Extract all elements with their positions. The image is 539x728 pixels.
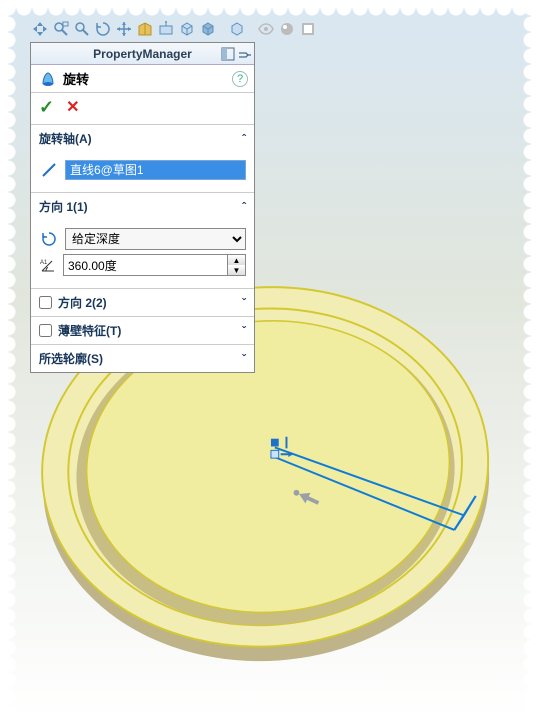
chevron-down-icon: ˇ — [242, 352, 246, 366]
display-style-icon[interactable] — [198, 19, 218, 39]
scene-icon[interactable] — [298, 19, 318, 39]
angle-input[interactable] — [64, 255, 227, 275]
feature-header: 旋转 ? — [31, 65, 254, 93]
section-direction1-header[interactable]: 方向 1(1) ˆ — [31, 193, 254, 220]
zoom-dynamic-icon[interactable] — [72, 19, 92, 39]
normal-to-icon[interactable] — [156, 19, 176, 39]
thin-feature-checkbox-input[interactable] — [39, 324, 52, 337]
section-direction2-header[interactable]: 方向 2(2) ˇ — [31, 289, 254, 316]
spin-up-icon[interactable]: ▲ — [228, 255, 245, 265]
zoom-area-icon[interactable] — [51, 19, 71, 39]
hide-show-icon[interactable] — [256, 19, 276, 39]
angle-icon: A1 — [39, 255, 57, 275]
property-manager-panel: PropertyManager 旋转 ? ✓ ✕ 旋转轴(A) ˆ — [30, 42, 255, 373]
section-axis-header[interactable]: 旋转轴(A) ˆ — [31, 125, 254, 152]
direction2-label: 方向 2(2) — [58, 294, 107, 311]
isometric-icon[interactable] — [227, 19, 247, 39]
thin-feature-label: 薄壁特征(T) — [58, 322, 121, 339]
pan-icon[interactable] — [114, 19, 134, 39]
section-direction1-label: 方向 1(1) — [39, 198, 88, 215]
ok-button[interactable]: ✓ — [39, 97, 54, 118]
end-condition-select[interactable]: 给定深度 — [65, 228, 246, 250]
section-direction1: 方向 1(1) ˆ 给定深度 A1 — [31, 193, 254, 289]
thin-feature-checkbox[interactable]: 薄壁特征(T) — [39, 322, 121, 339]
section-axis: 旋转轴(A) ˆ 直线6@草图1 — [31, 125, 254, 193]
chevron-down-icon: ˇ — [242, 324, 246, 338]
section-contours-label: 所选轮廓(S) — [39, 350, 103, 367]
chevron-down-icon: ˇ — [242, 296, 246, 310]
expand-panel-icon[interactable] — [220, 46, 236, 62]
cancel-button[interactable]: ✕ — [66, 97, 79, 118]
confirm-row: ✓ ✕ — [31, 93, 254, 125]
pm-titlebar: PropertyManager — [31, 43, 254, 65]
chevron-up-icon: ˆ — [242, 200, 246, 214]
direction2-checkbox[interactable]: 方向 2(2) — [39, 294, 107, 311]
spin-down-icon[interactable]: ▼ — [228, 265, 245, 275]
direction2-checkbox-input[interactable] — [39, 296, 52, 309]
zoom-fit-icon[interactable] — [30, 19, 50, 39]
axis-selection-field[interactable]: 直线6@草图1 — [65, 160, 246, 180]
rotate-view-icon[interactable] — [93, 19, 113, 39]
pm-title: PropertyManager — [93, 47, 192, 61]
reverse-direction-icon[interactable] — [39, 229, 59, 249]
svg-text:A1: A1 — [40, 260, 48, 266]
section-view-icon[interactable] — [135, 19, 155, 39]
section-contours-header[interactable]: 所选轮廓(S) ˇ — [31, 345, 254, 372]
feature-name: 旋转 — [63, 69, 89, 88]
appearance-icon[interactable] — [277, 19, 297, 39]
section-axis-label: 旋转轴(A) — [39, 130, 92, 147]
angle-spinner[interactable]: ▲ ▼ — [63, 254, 246, 276]
chevron-up-icon: ˆ — [242, 132, 246, 146]
axis-line-icon — [39, 160, 59, 180]
section-direction2: 方向 2(2) ˇ — [31, 289, 254, 317]
pin-panel-icon[interactable] — [236, 46, 252, 62]
section-thin-feature: 薄壁特征(T) ˇ — [31, 317, 254, 345]
help-icon[interactable]: ? — [232, 71, 248, 87]
section-thin-header[interactable]: 薄壁特征(T) ˇ — [31, 317, 254, 344]
view-toolbar — [30, 18, 318, 40]
view-orientation-icon[interactable] — [177, 19, 197, 39]
revolve-feature-icon — [39, 70, 57, 88]
section-contours: 所选轮廓(S) ˇ — [31, 345, 254, 372]
